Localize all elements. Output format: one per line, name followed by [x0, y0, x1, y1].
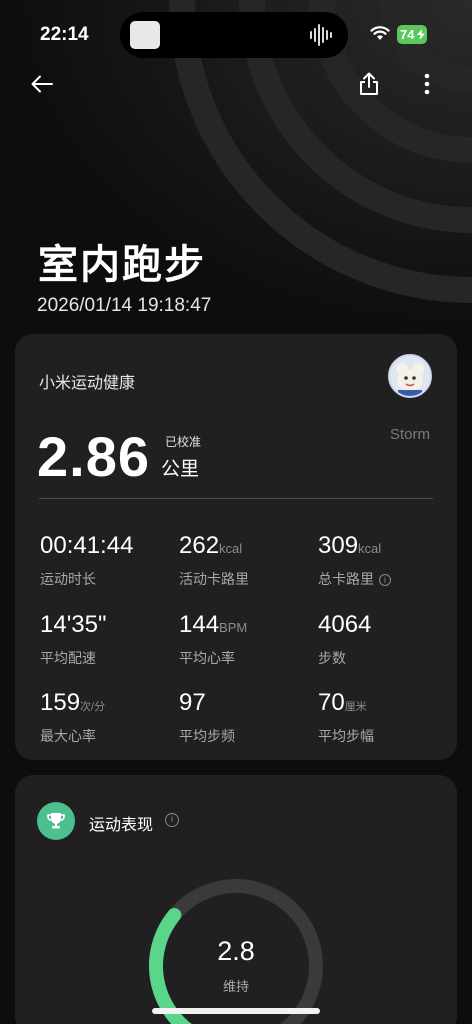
stat-label: 平均心率: [179, 650, 235, 666]
stat-value: 97: [179, 689, 206, 716]
stat-unit: kcal: [358, 541, 382, 556]
performance-card[interactable]: 运动表现 i 2.8 维持: [15, 775, 457, 1024]
status-bar: 22:14 74: [0, 0, 472, 70]
stat-unit: 厘米: [344, 701, 367, 713]
back-button[interactable]: [24, 66, 60, 102]
audio-wave-icon: [310, 24, 332, 46]
home-indicator: [152, 1008, 320, 1014]
stat-label: 活动卡路里: [179, 571, 249, 587]
stat-duration: 00:41:44 运动时长: [40, 532, 133, 589]
media-thumbnail: [130, 21, 160, 49]
wifi-icon: [370, 26, 390, 40]
page-title: 室内跑步: [38, 242, 206, 288]
avatar-image: [390, 356, 430, 396]
stat-value: 309: [318, 532, 359, 559]
stat-label: 运动时长: [40, 571, 96, 587]
battery-indicator: 74: [397, 25, 427, 44]
stat-avg-heart-rate: 144BPM 平均心率: [179, 611, 247, 668]
performance-score: 2.8: [217, 936, 255, 966]
more-vertical-icon: [424, 73, 430, 95]
stat-label: 平均步频: [179, 728, 235, 744]
stat-value: 00:41:44: [40, 532, 134, 559]
stat-avg-pace: 14'35" 平均配速: [40, 611, 107, 668]
summary-card: 小米运动健康 Storm 2.86 已校准 公里 00:41:44 运动时长 2…: [15, 334, 457, 760]
stat-label: 总卡路里: [318, 571, 374, 587]
share-icon: [360, 72, 378, 95]
stat-label: 最大心率: [40, 728, 96, 744]
avatar[interactable]: [388, 354, 432, 398]
stat-active-calories: 262kcal 活动卡路里: [179, 532, 249, 589]
trophy-icon: [37, 802, 75, 840]
performance-title: 运动表现: [89, 817, 154, 834]
status-time: 22:14: [40, 24, 89, 45]
workout-datetime: 2026/01/14 19:18:47: [37, 295, 212, 316]
stat-label: 平均步幅: [318, 728, 374, 744]
stat-unit: kcal: [219, 541, 243, 556]
stat-steps: 4064 步数: [318, 611, 371, 668]
performance-status: 维持: [222, 979, 249, 994]
distance-value: 2.86: [37, 425, 150, 488]
info-icon[interactable]: i: [379, 574, 391, 586]
stat-max-heart-rate: 159次/分 最大心率: [40, 689, 105, 746]
stat-avg-cadence: 97 平均步频: [179, 689, 235, 746]
stat-label: 步数: [318, 650, 346, 666]
battery-level: 74: [400, 27, 415, 42]
dynamic-island[interactable]: [120, 12, 348, 58]
stat-avg-stride: 70厘米 平均步幅: [318, 689, 374, 746]
charging-icon: [417, 29, 425, 40]
stat-value: 14'35": [40, 611, 107, 638]
stat-value: 159: [40, 689, 81, 716]
username: Storm: [389, 426, 430, 443]
more-options-button[interactable]: [409, 66, 445, 102]
back-arrow-icon: [31, 75, 53, 93]
stat-unit: 次/分: [80, 701, 106, 713]
info-icon[interactable]: i: [165, 813, 179, 827]
app-name: 小米运动健康: [39, 375, 136, 392]
share-button[interactable]: [351, 66, 387, 102]
stat-value: 70: [318, 689, 345, 716]
stat-value: 144: [179, 611, 220, 638]
stat-label: 平均配速: [40, 650, 96, 666]
stat-total-calories[interactable]: 309kcal 总卡路里 i: [318, 532, 391, 589]
stat-value: 262: [179, 532, 220, 559]
calibrated-badge: 已校准: [165, 435, 202, 449]
stat-unit: BPM: [219, 620, 248, 635]
stat-value: 4064: [318, 611, 372, 638]
divider: [39, 498, 433, 499]
distance-unit: 公里: [161, 459, 200, 480]
